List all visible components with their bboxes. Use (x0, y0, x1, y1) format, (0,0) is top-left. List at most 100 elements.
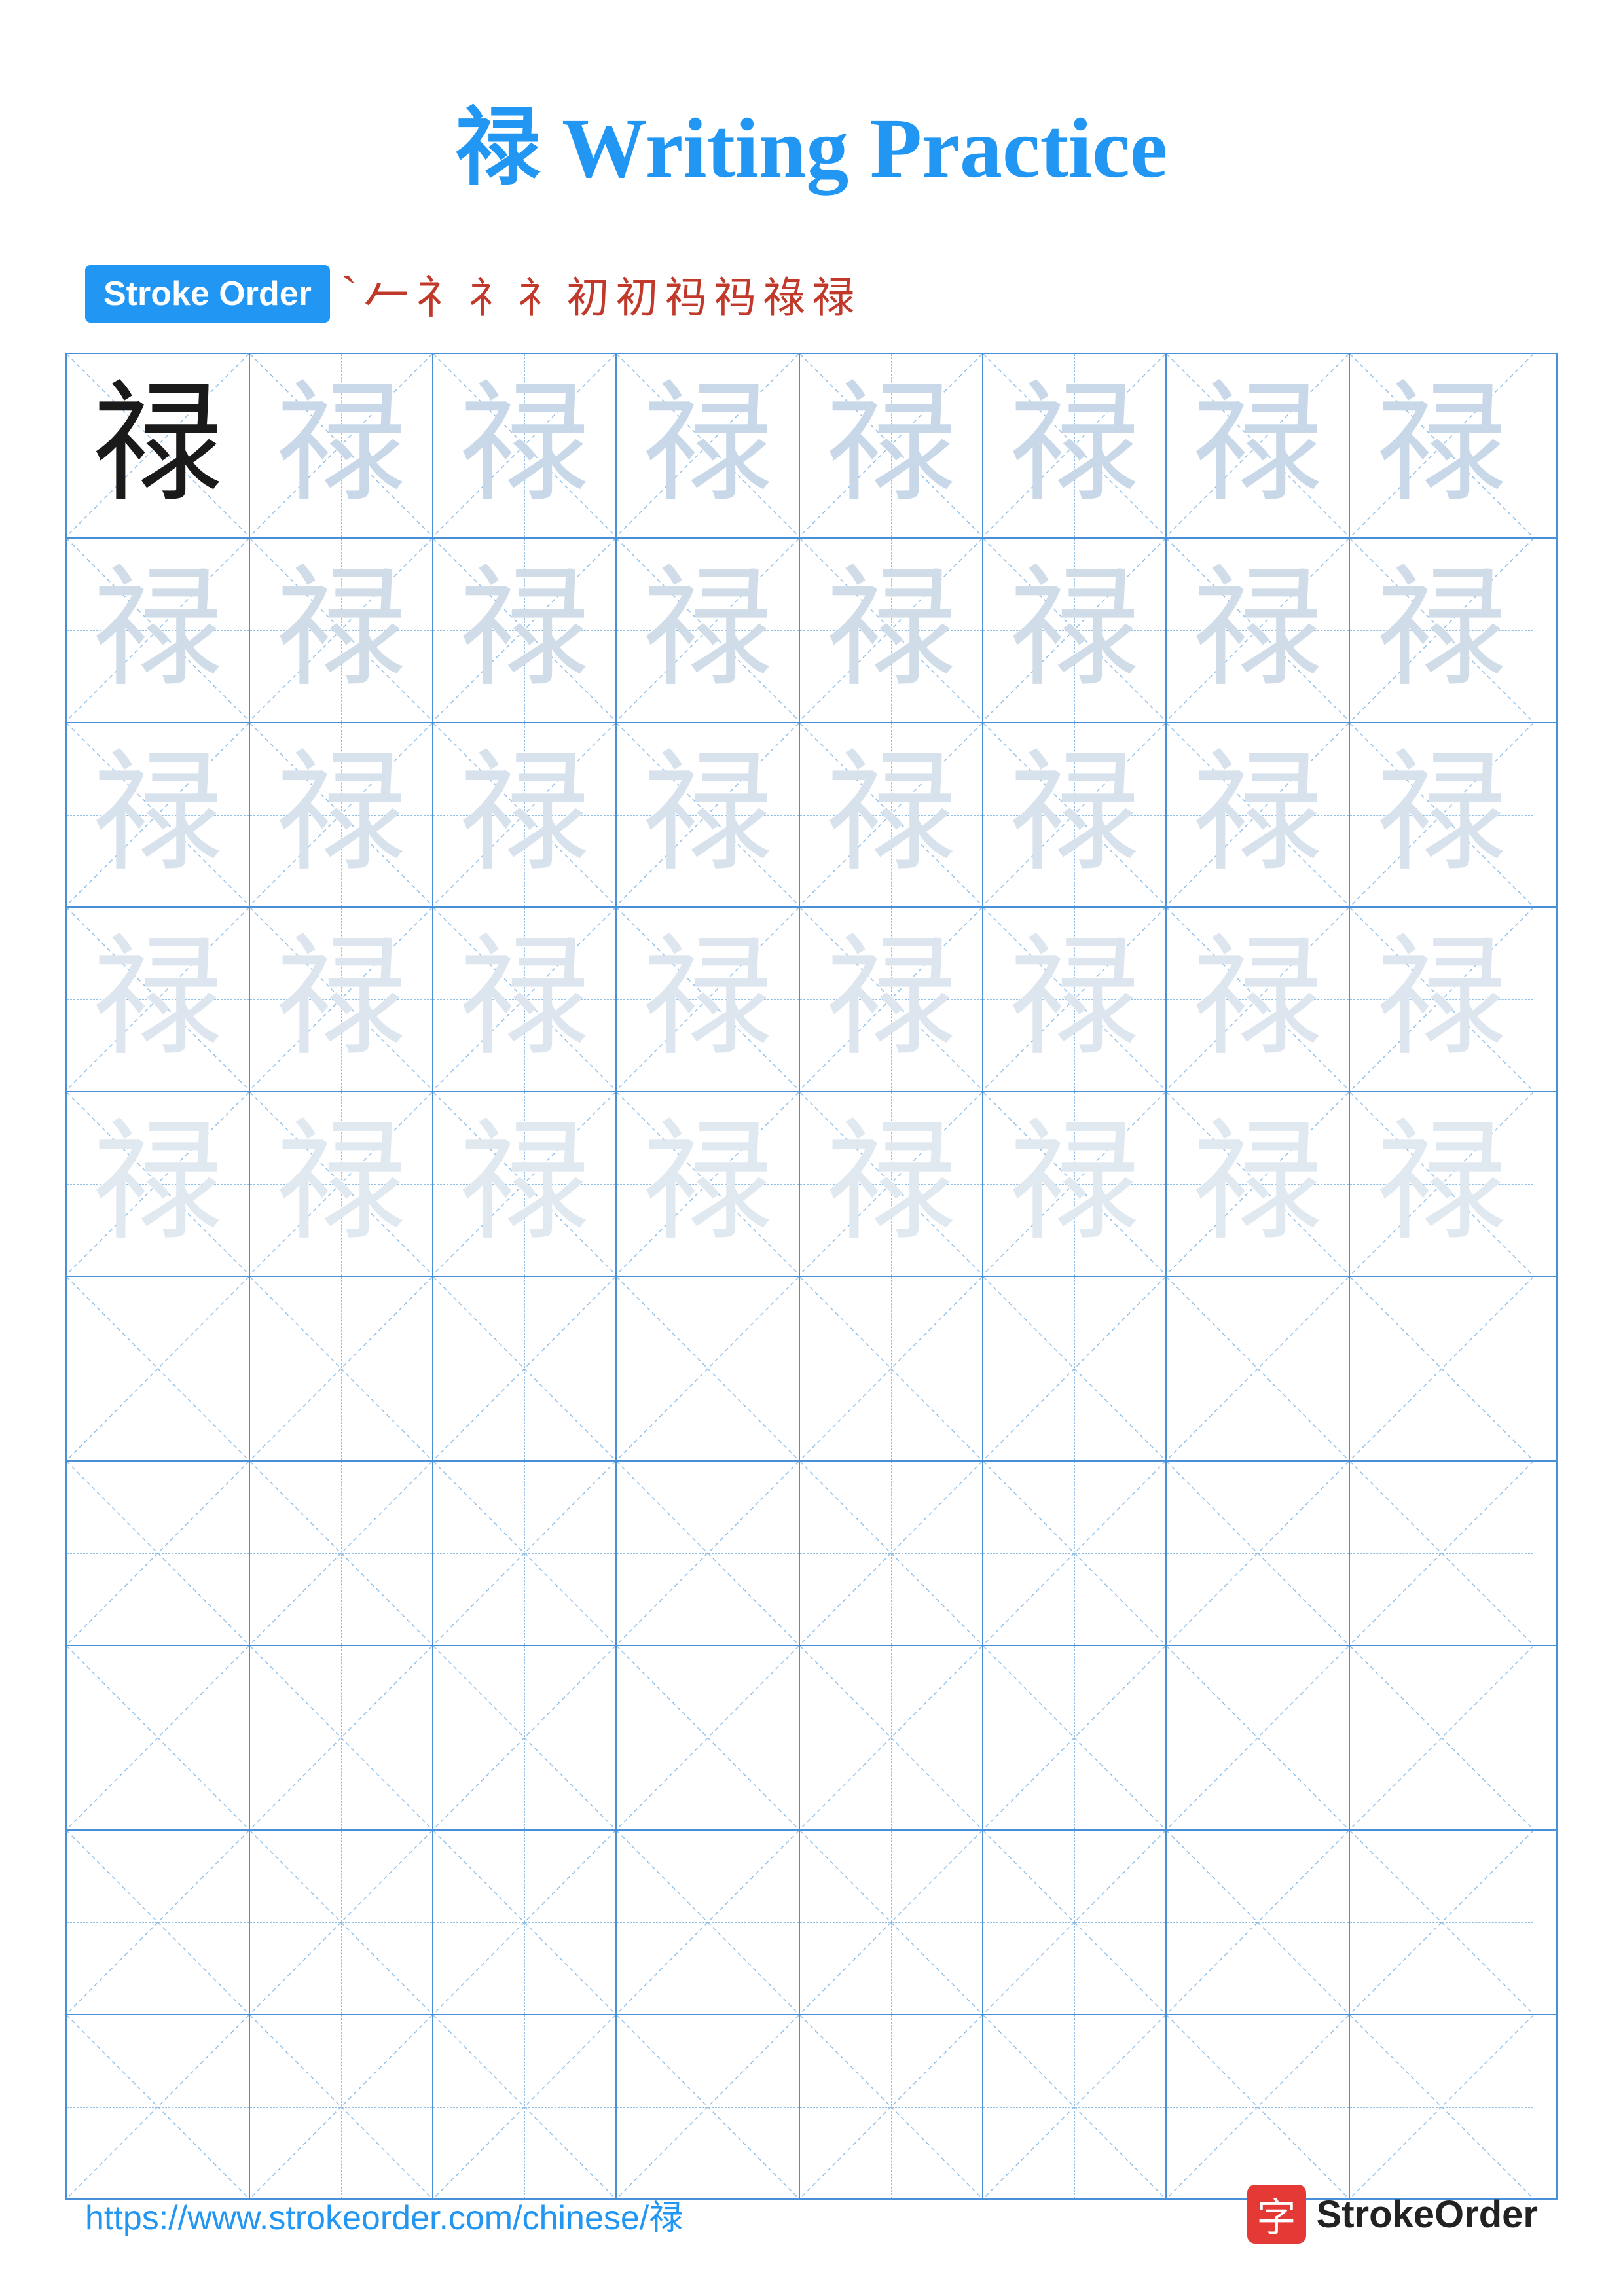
empty-cell-8-2[interactable] (250, 1646, 433, 1829)
cell-4-2: 禄 (250, 908, 433, 1091)
cell-3-3: 禄 (433, 723, 617, 906)
empty-cell-6-1[interactable] (67, 1277, 250, 1460)
cell-1-4: 禄 (617, 354, 800, 537)
cell-5-1: 禄 (67, 1092, 250, 1276)
stroke-10: 祿 (763, 263, 805, 325)
empty-cell-10-4[interactable] (617, 2015, 800, 2198)
char-dark: 禄 (92, 380, 223, 511)
grid-row-3: 禄 禄 禄 禄 (67, 723, 1556, 908)
cell-3-2: 禄 (250, 723, 433, 906)
empty-cell-9-6[interactable] (983, 1831, 1167, 2014)
logo-name: StrokeOrder (1317, 2193, 1538, 2236)
cell-3-7: 禄 (1167, 723, 1350, 906)
grid-row-9 (67, 1831, 1556, 2015)
empty-cell-7-6[interactable] (983, 1462, 1167, 1645)
empty-cell-6-6[interactable] (983, 1277, 1167, 1460)
cell-1-3: 禄 (433, 354, 617, 537)
practice-grid: 禄 禄 禄 禄 (65, 353, 1558, 2200)
empty-cell-8-8[interactable] (1350, 1646, 1533, 1829)
empty-cell-7-7[interactable] (1167, 1462, 1350, 1645)
cell-1-8: 禄 (1350, 354, 1533, 537)
footer-url[interactable]: https://www.strokeorder.com/chinese/禄 (85, 2190, 683, 2239)
empty-cell-8-4[interactable] (617, 1646, 800, 1829)
empty-cell-10-7[interactable] (1167, 2015, 1350, 2198)
cell-1-6: 禄 (983, 354, 1167, 537)
empty-cell-10-3[interactable] (433, 2015, 617, 2198)
cell-4-8: 禄 (1350, 908, 1533, 1091)
cell-2-6: 禄 (983, 539, 1167, 722)
grid-row-10 (67, 2015, 1556, 2198)
empty-cell-9-2[interactable] (250, 1831, 433, 2014)
empty-cell-8-3[interactable] (433, 1646, 617, 1829)
cell-5-2: 禄 (250, 1092, 433, 1276)
title-text: 禄 Writing Practice (456, 101, 1168, 196)
cell-5-5: 禄 (800, 1092, 983, 1276)
cell-4-7: 禄 (1167, 908, 1350, 1091)
stroke-6: 初 (566, 263, 609, 325)
cell-5-3: 禄 (433, 1092, 617, 1276)
cell-3-1: 禄 (67, 723, 250, 906)
empty-cell-6-4[interactable] (617, 1277, 800, 1460)
empty-cell-9-4[interactable] (617, 1831, 800, 2014)
grid-row-7 (67, 1462, 1556, 1646)
cell-5-4: 禄 (617, 1092, 800, 1276)
empty-cell-10-6[interactable] (983, 2015, 1167, 2198)
empty-cell-6-7[interactable] (1167, 1277, 1350, 1460)
stroke-4: 礻 (468, 263, 511, 325)
stroke-8: 祃 (665, 263, 707, 325)
empty-cell-7-1[interactable] (67, 1462, 250, 1645)
empty-cell-9-5[interactable] (800, 1831, 983, 2014)
cell-1-1: 禄 (67, 354, 250, 537)
cell-3-6: 禄 (983, 723, 1167, 906)
empty-cell-7-5[interactable] (800, 1462, 983, 1645)
stroke-2: 𠂉 (363, 260, 409, 327)
empty-cell-7-8[interactable] (1350, 1462, 1533, 1645)
empty-cell-9-1[interactable] (67, 1831, 250, 2014)
empty-cell-6-5[interactable] (800, 1277, 983, 1460)
cell-4-6: 禄 (983, 908, 1167, 1091)
cell-2-2: 禄 (250, 539, 433, 722)
empty-cell-8-5[interactable] (800, 1646, 983, 1829)
empty-cell-6-2[interactable] (250, 1277, 433, 1460)
stroke-3: 礻 (416, 260, 462, 327)
stroke-5: 礻 (517, 263, 560, 325)
cell-5-7: 禄 (1167, 1092, 1350, 1276)
empty-cell-8-1[interactable] (67, 1646, 250, 1829)
empty-cell-7-3[interactable] (433, 1462, 617, 1645)
empty-cell-10-2[interactable] (250, 2015, 433, 2198)
empty-cell-7-2[interactable] (250, 1462, 433, 1645)
empty-cell-10-8[interactable] (1350, 2015, 1533, 2198)
empty-cell-6-8[interactable] (1350, 1277, 1533, 1460)
stroke-9: 祃 (714, 263, 756, 325)
stroke-order-row: Stroke Order ` 𠂉 礻 礻 礻 初 初 祃 祃 祿 禄 (0, 241, 1623, 353)
cell-4-4: 禄 (617, 908, 800, 1091)
grid-row-6 (67, 1277, 1556, 1462)
empty-cell-8-6[interactable] (983, 1646, 1167, 1829)
cell-2-5: 禄 (800, 539, 983, 722)
empty-cell-9-3[interactable] (433, 1831, 617, 2014)
grid-row-2: 禄 禄 禄 禄 (67, 539, 1556, 723)
empty-cell-6-3[interactable] (433, 1277, 617, 1460)
cell-2-3: 禄 (433, 539, 617, 722)
stroke-7: 初 (615, 263, 658, 325)
footer-logo: 字 StrokeOrder (1247, 2185, 1538, 2244)
cell-2-1: 禄 (67, 539, 250, 722)
empty-cell-8-7[interactable] (1167, 1646, 1350, 1829)
grid-row-8 (67, 1646, 1556, 1831)
stroke-sequence: ` 𠂉 礻 礻 礻 初 初 祃 祃 祿 禄 (342, 260, 854, 327)
grid-row-1: 禄 禄 禄 禄 (67, 354, 1556, 539)
cell-2-7: 禄 (1167, 539, 1350, 722)
cell-1-7: 禄 (1167, 354, 1350, 537)
cell-5-8: 禄 (1350, 1092, 1533, 1276)
cell-1-2: 禄 (250, 354, 433, 537)
grid-row-5: 禄 禄 禄 禄 (67, 1092, 1556, 1277)
empty-cell-7-4[interactable] (617, 1462, 800, 1645)
stroke-11: 禄 (812, 263, 854, 325)
footer: https://www.strokeorder.com/chinese/禄 字 … (85, 2185, 1538, 2244)
cell-1-5: 禄 (800, 354, 983, 537)
empty-cell-10-1[interactable] (67, 2015, 250, 2198)
empty-cell-9-7[interactable] (1167, 1831, 1350, 2014)
cell-4-3: 禄 (433, 908, 617, 1091)
empty-cell-9-8[interactable] (1350, 1831, 1533, 2014)
empty-cell-10-5[interactable] (800, 2015, 983, 2198)
